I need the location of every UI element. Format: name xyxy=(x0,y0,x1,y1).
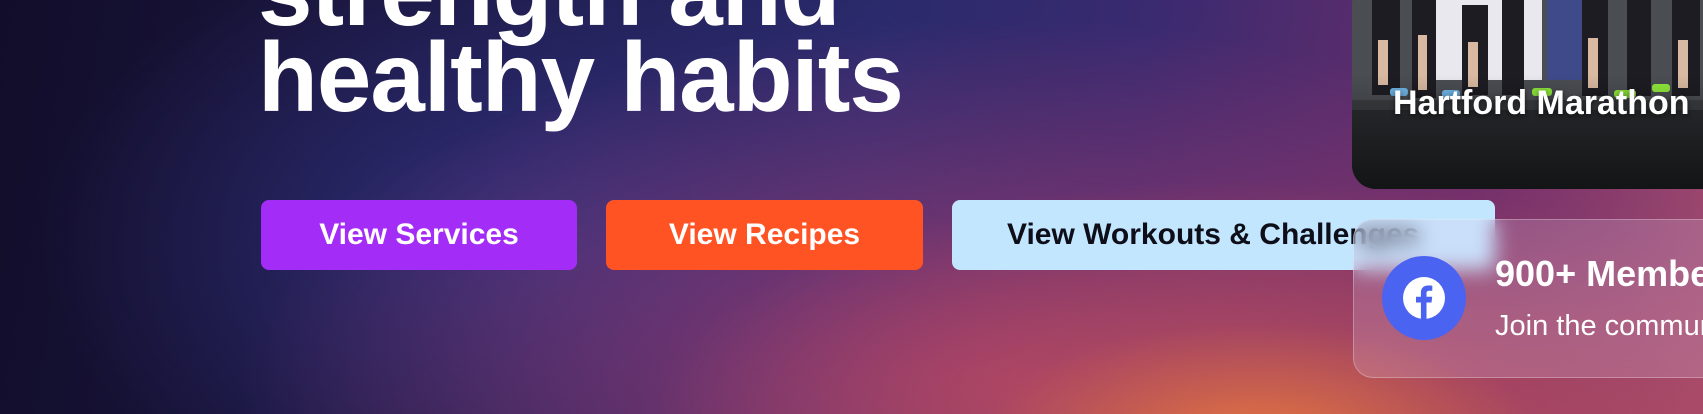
view-services-button[interactable]: View Services xyxy=(261,200,577,270)
members-subtitle: Join the community xyxy=(1495,310,1703,342)
members-count: 900+ Members xyxy=(1495,253,1703,294)
view-recipes-button[interactable]: View Recipes xyxy=(606,200,923,270)
community-card[interactable]: 900+ Members Join the community xyxy=(1353,219,1703,378)
hero-title-line-2: healthy habits xyxy=(258,22,904,132)
facebook-icon xyxy=(1382,256,1466,340)
event-card[interactable]: Hartford Marathon xyxy=(1352,0,1703,189)
hero-title: strength and healthy habits xyxy=(258,0,904,132)
event-caption: Hartford Marathon xyxy=(1393,84,1690,122)
